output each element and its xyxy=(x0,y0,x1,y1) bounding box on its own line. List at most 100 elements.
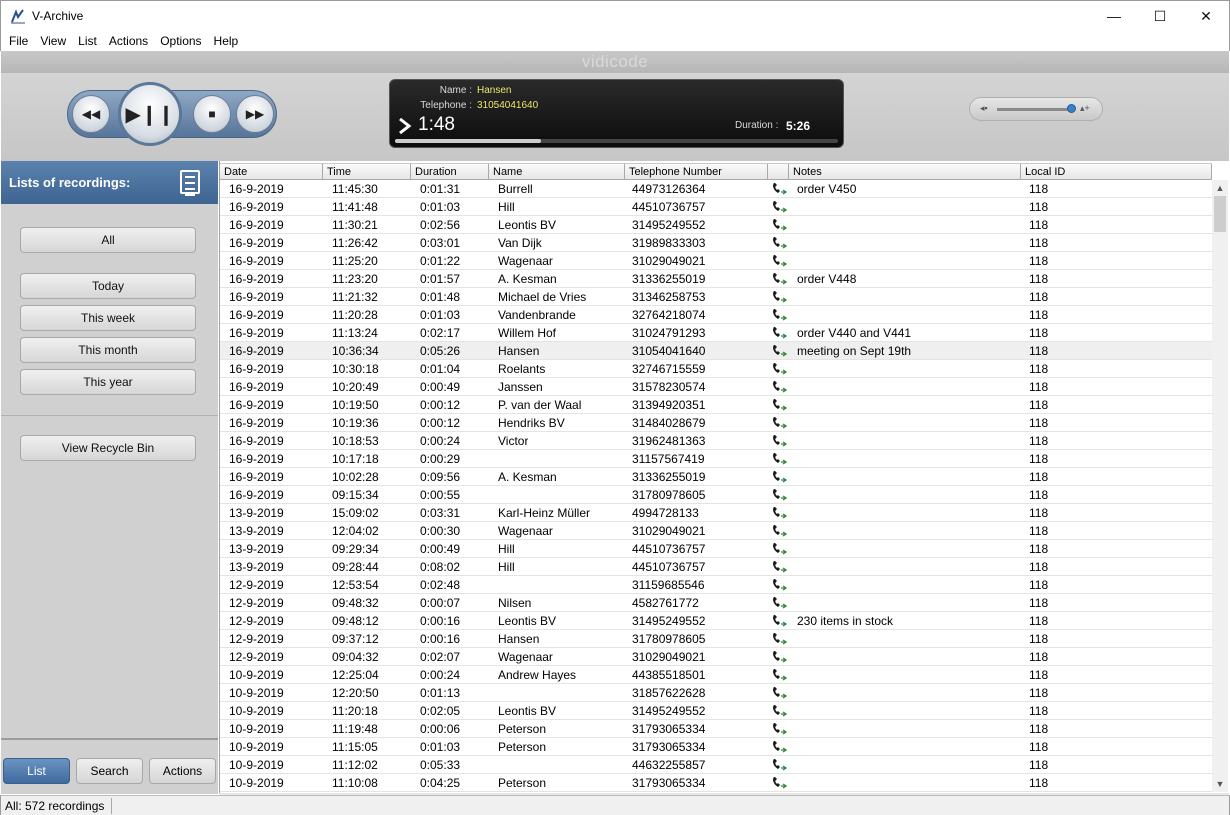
forward-button[interactable]: ▶▶ xyxy=(236,95,274,133)
table-row[interactable]: 13-9-2019 09:28:44 0:08:02 Hill 44510736757 1… xyxy=(220,558,1212,576)
cell-date: 10-9-2019 xyxy=(229,668,284,682)
list-this-year-button[interactable]: This year xyxy=(20,369,196,395)
table-row[interactable]: 12-9-2019 09:37:12 0:00:16 Hansen 3178097860… xyxy=(220,630,1212,648)
menu-help[interactable]: Help xyxy=(208,34,245,48)
cell-time: 10:20:49 xyxy=(332,380,379,394)
table-row[interactable]: 10-9-2019 11:20:18 0:02:05 Leontis BV 314952… xyxy=(220,702,1212,720)
cell-duration: 0:04:25 xyxy=(420,776,461,790)
table-row[interactable]: 16-9-2019 11:21:32 0:01:48 Michael de Vries… xyxy=(220,288,1212,306)
table-row[interactable]: 10-9-2019 11:10:08 0:04:25 Peterson 31793065… xyxy=(220,774,1212,792)
menu-list[interactable]: List xyxy=(72,34,103,48)
table-row[interactable]: 16-9-2019 11:41:48 0:01:03 Hill 44510736757 1… xyxy=(220,198,1212,216)
tab-search[interactable]: Search xyxy=(76,758,143,784)
playback-progress[interactable] xyxy=(395,139,838,143)
table-row[interactable]: 12-9-2019 09:04:32 0:02:07 Wagenaar 31029049… xyxy=(220,648,1212,666)
table-row[interactable]: 16-9-2019 11:23:20 0:01:57 A. Kesman 3133625… xyxy=(220,270,1212,288)
table-row[interactable]: 13-9-2019 12:04:02 0:00:30 Wagenaar 31029049… xyxy=(220,522,1212,540)
col-duration[interactable]: Duration xyxy=(411,164,489,180)
brand-logo: vidicode xyxy=(1,51,1229,73)
cell-name: Hendriks BV xyxy=(498,416,565,430)
table-row[interactable]: 12-9-2019 12:53:54 0:02:48 31159685546 118 xyxy=(220,576,1212,594)
table-row[interactable]: 16-9-2019 10:19:50 0:00:12 P. van der Waal 3… xyxy=(220,396,1212,414)
sidebar-title: Lists of recordings: xyxy=(9,175,131,190)
list-this-month-button[interactable]: This month xyxy=(20,337,196,363)
cell-telephone: 44510736757 xyxy=(632,542,706,556)
col-local-id[interactable]: Local ID xyxy=(1021,164,1212,180)
list-all-button[interactable]: All xyxy=(20,227,196,253)
col-date[interactable]: Date xyxy=(220,164,323,180)
table-row[interactable]: 10-9-2019 11:12:02 0:05:33 44632255857 118 xyxy=(220,756,1212,774)
table-row[interactable]: 10-9-2019 12:25:04 0:00:24 Andrew Hayes 4438… xyxy=(220,666,1212,684)
tab-actions[interactable]: Actions xyxy=(149,758,216,784)
minimize-button[interactable]: — xyxy=(1091,1,1137,31)
list-document-icon[interactable] xyxy=(180,170,200,196)
table-row[interactable]: 12-9-2019 09:48:12 0:00:16 Leontis BV 314952… xyxy=(220,612,1212,630)
col-time[interactable]: Time xyxy=(323,164,411,180)
table-row[interactable]: 16-9-2019 11:25:20 0:01:22 Wagenaar 31029049… xyxy=(220,252,1212,270)
play-pause-button[interactable]: ▶❙❙ xyxy=(118,82,182,146)
phone-call-icon xyxy=(773,363,787,375)
cell-duration: 0:00:30 xyxy=(420,524,461,538)
cell-name: Victor xyxy=(498,434,529,448)
table-row[interactable]: 16-9-2019 10:36:34 0:05:26 Hansen 3105404164… xyxy=(220,342,1212,360)
scroll-thumb[interactable] xyxy=(1214,196,1226,232)
table-row[interactable]: 10-9-2019 11:15:05 0:01:03 Peterson 31793065… xyxy=(220,738,1212,756)
table-row[interactable]: 16-9-2019 09:15:34 0:00:55 31780978605 118 xyxy=(220,486,1212,504)
table-row[interactable]: 16-9-2019 10:02:28 0:09:56 A. Kesman 3133625… xyxy=(220,468,1212,486)
table-row[interactable]: 16-9-2019 10:17:18 0:00:29 31157567419 118 xyxy=(220,450,1212,468)
table-row[interactable]: 10-9-2019 12:20:50 0:01:13 31857622628 118 xyxy=(220,684,1212,702)
menu-view[interactable]: View xyxy=(34,34,72,48)
cell-telephone: 31346258753 xyxy=(632,290,706,304)
stop-button[interactable]: ■ xyxy=(193,95,231,133)
cell-local-id: 118 xyxy=(1029,740,1049,754)
cell-date: 10-9-2019 xyxy=(229,722,284,736)
close-button[interactable]: ✕ xyxy=(1183,1,1229,31)
table-row[interactable]: 16-9-2019 10:19:36 0:00:12 Hendriks BV 31484… xyxy=(220,414,1212,432)
status-divider xyxy=(111,798,112,814)
phone-call-icon xyxy=(773,507,787,519)
cell-name: P. van der Waal xyxy=(498,398,582,412)
col-direction[interactable] xyxy=(768,164,789,180)
table-row[interactable]: 13-9-2019 15:09:02 0:03:31 Karl-Heinz Mülle… xyxy=(220,504,1212,522)
cell-local-id: 118 xyxy=(1029,254,1049,268)
menu-file[interactable]: File xyxy=(3,34,34,48)
table-row[interactable]: 16-9-2019 10:30:18 0:01:04 Roelants 32746715… xyxy=(220,360,1212,378)
table-row[interactable]: 16-9-2019 11:13:24 0:02:17 Willem Hof 310247… xyxy=(220,324,1212,342)
col-notes[interactable]: Notes xyxy=(789,164,1021,180)
menu-actions[interactable]: Actions xyxy=(103,34,154,48)
rewind-button[interactable]: ◀◀ xyxy=(72,95,110,133)
play-indicator-icon xyxy=(399,118,412,134)
scroll-down-icon[interactable]: ▼ xyxy=(1212,776,1228,792)
table-row[interactable]: 16-9-2019 10:20:49 0:00:49 Janssen 315782305… xyxy=(220,378,1212,396)
phone-call-icon xyxy=(773,399,787,411)
cell-time: 09:48:12 xyxy=(332,614,379,628)
scroll-up-icon[interactable]: ▲ xyxy=(1212,180,1228,196)
col-name[interactable]: Name xyxy=(489,164,625,180)
table-row[interactable]: 10-9-2019 11:19:48 0:00:06 Peterson 31793065… xyxy=(220,720,1212,738)
maximize-button[interactable]: ☐ xyxy=(1137,1,1183,31)
volume-slider[interactable] xyxy=(997,108,1071,111)
cell-name: Peterson xyxy=(498,740,547,754)
table-row[interactable]: 16-9-2019 11:45:30 0:01:31 Burrell 449731263… xyxy=(220,180,1212,198)
cell-local-id: 118 xyxy=(1029,542,1049,556)
table-row[interactable]: 16-9-2019 10:18:53 0:00:24 Victor 3196248136… xyxy=(220,432,1212,450)
table-row[interactable]: 12-9-2019 09:48:32 0:00:07 Nilsen 4582761772… xyxy=(220,594,1212,612)
cell-local-id: 118 xyxy=(1029,506,1049,520)
table-row[interactable]: 16-9-2019 11:30:21 0:02:56 Leontis BV 314952… xyxy=(220,216,1212,234)
list-today-button[interactable]: Today xyxy=(20,273,196,299)
menu-options[interactable]: Options xyxy=(154,34,207,48)
tab-list[interactable]: List xyxy=(3,758,70,784)
cell-time: 11:10:08 xyxy=(332,776,378,790)
cell-time: 10:02:28 xyxy=(332,470,379,484)
cell-time: 11:20:18 xyxy=(332,704,378,718)
table-row[interactable]: 16-9-2019 11:26:42 0:03:01 Van Dijk 31989833… xyxy=(220,234,1212,252)
table-row[interactable]: 13-9-2019 09:29:34 0:00:49 Hill 44510736757 1… xyxy=(220,540,1212,558)
col-telephone[interactable]: Telephone Number xyxy=(625,164,768,180)
vertical-scrollbar[interactable]: ▲ ▼ xyxy=(1212,180,1228,792)
list-this-week-button[interactable]: This week xyxy=(20,305,196,331)
cell-name: Janssen xyxy=(498,380,543,394)
view-recycle-bin-button[interactable]: View Recycle Bin xyxy=(20,435,196,461)
volume-knob[interactable] xyxy=(1067,104,1077,113)
table-row[interactable]: 16-9-2019 11:20:28 0:01:03 Vandenbrande 3276… xyxy=(220,306,1212,324)
cell-local-id: 118 xyxy=(1029,578,1049,592)
